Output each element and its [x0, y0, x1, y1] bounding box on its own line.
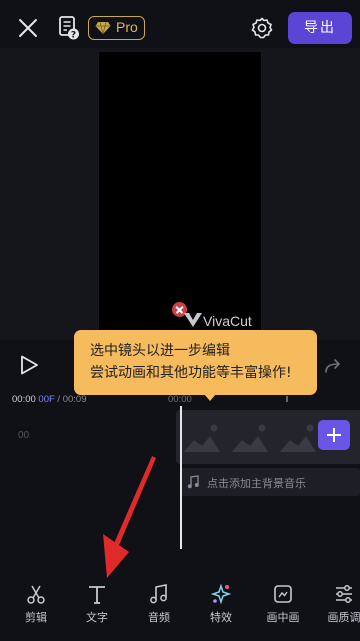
bottom-toolbar: 剪辑 文字 音频 特效 画中画 画质调	[0, 576, 360, 641]
diamond-icon	[95, 21, 111, 35]
current-time: 00:00	[12, 394, 36, 405]
sparkle-effects-icon	[210, 583, 232, 605]
playhead[interactable]	[180, 406, 182, 549]
picture-in-picture-icon	[274, 585, 292, 603]
close-button[interactable]	[16, 16, 40, 40]
tooltip-line-1: 选中镜头以进一步编辑	[90, 343, 230, 359]
project-info-button[interactable]: ?	[58, 15, 80, 41]
document-help-icon: ?	[59, 16, 79, 41]
tool-quality[interactable]: 画质调	[314, 576, 360, 636]
tool-label: 文字	[86, 611, 108, 624]
music-note-icon	[187, 475, 199, 489]
tool-label: 音频	[148, 611, 170, 624]
add-music-track[interactable]: 点击添加主背景音乐	[181, 468, 360, 496]
add-music-label: 点击添加主背景音乐	[207, 477, 306, 490]
add-clip-button[interactable]	[318, 420, 350, 450]
tool-effects[interactable]: 特效	[191, 576, 251, 636]
pro-label: Pro	[116, 19, 138, 35]
ruler-tick-label: 00:00	[168, 394, 192, 405]
tool-text[interactable]: 文字	[67, 576, 127, 636]
close-icon	[19, 19, 37, 37]
watermark[interactable]: VivaCut	[172, 302, 262, 330]
pro-badge[interactable]: Pro	[88, 16, 145, 40]
scissors-icon	[27, 585, 45, 604]
tool-label: 画中画	[266, 611, 300, 624]
onboarding-tooltip[interactable]: 选中镜头以进一步编辑 尝试动画和其他功能等丰富操作!	[74, 330, 317, 401]
tooltip-line-2: 尝试动画和其他功能等丰富操作!	[90, 365, 292, 381]
tool-label: 画质调	[327, 611, 360, 624]
tool-cut[interactable]: 剪辑	[6, 576, 66, 636]
time-display: 00:00 00F / 00:09	[12, 394, 87, 405]
tool-label: 特效	[210, 611, 232, 624]
export-button[interactable]: 导出	[288, 12, 352, 44]
time-separator: /	[54, 394, 63, 405]
text-icon	[89, 586, 105, 604]
video-preview-area[interactable]	[0, 48, 360, 340]
watermark-text: VivaCut	[203, 313, 252, 329]
redo-icon	[325, 359, 341, 373]
settings-button[interactable]	[250, 16, 274, 40]
tooltip-pointer	[204, 394, 216, 401]
total-time: 00:09	[62, 394, 87, 405]
tool-label: 剪辑	[25, 611, 47, 624]
gear-icon	[251, 17, 273, 39]
current-frame: 00F	[38, 394, 55, 405]
play-icon	[21, 355, 38, 375]
sliders-icon	[336, 585, 352, 603]
music-note-icon	[150, 584, 167, 604]
redo-button[interactable]	[324, 358, 342, 374]
tool-audio[interactable]: 音频	[129, 576, 189, 636]
ruler-tick	[286, 396, 288, 402]
vivacut-logo-icon	[184, 313, 202, 327]
tool-pip[interactable]: 画中画	[253, 576, 313, 636]
track-label: 00	[18, 430, 30, 441]
video-frame[interactable]	[99, 52, 261, 340]
svg-text:?: ?	[71, 31, 76, 41]
play-button[interactable]	[18, 354, 40, 376]
